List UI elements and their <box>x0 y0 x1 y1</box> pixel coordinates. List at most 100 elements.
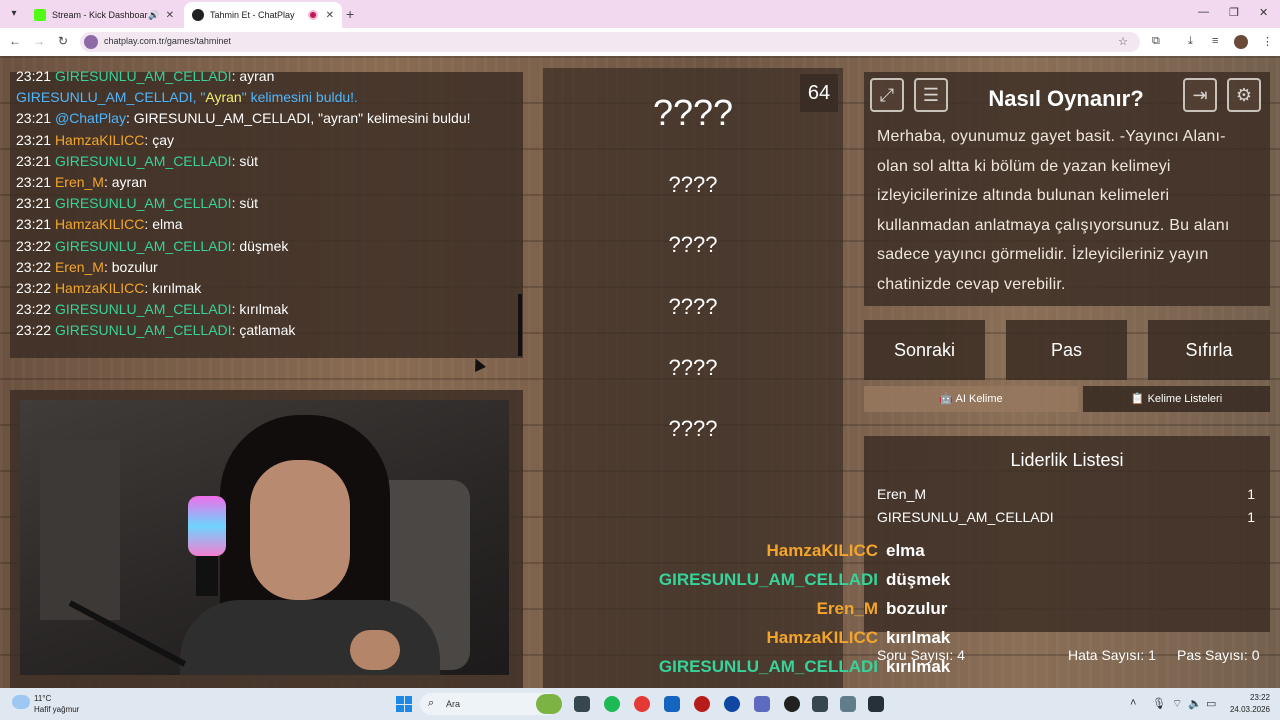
chat-username[interactable]: GIRESUNLU_AM_CELLADI <box>55 153 232 169</box>
clock-time: 23:22 <box>1249 693 1270 702</box>
volume-icon[interactable]: 🔈 <box>1188 697 1202 710</box>
forward-icon[interactable]: → <box>31 34 47 48</box>
chat-username[interactable]: GIRESUNLU_AM_CELLADI <box>55 68 232 84</box>
chat-system-text: " kelimesini buldu!. <box>241 89 358 106</box>
reset-button[interactable]: Sıfırla <box>1148 320 1270 380</box>
download-icon[interactable]: ⤓ <box>1188 35 1193 48</box>
word-lists-label: Kelime Listeleri <box>1147 393 1223 405</box>
close-tab-icon[interactable]: ✕ <box>166 10 174 21</box>
chat-message: GIRESUNLU_AM_CELLADI, "Ayran" kelimesini… <box>16 89 358 105</box>
recording-icon <box>307 10 318 20</box>
speaker-icon[interactable]: 🔊 <box>148 10 159 21</box>
start-windows-icon[interactable] <box>396 696 412 712</box>
chat-text: süt <box>239 152 259 169</box>
chat-message: 23:21 Eren_M: ayran <box>16 174 147 190</box>
battery-icon[interactable]: ▭ <box>1206 697 1216 710</box>
chat-username[interactable]: HamzaKILICC <box>55 216 144 232</box>
chat-username[interactable]: HamzaKILICC <box>55 132 144 148</box>
windows-taskbar: 11°C Hafif yağmur ⌕ Ara ˄ 🎙 ⌔ 🔈 ▭ 23:22 … <box>0 688 1280 720</box>
chat-time: 23:22 <box>16 258 52 275</box>
overlay-text: düşmek <box>886 570 951 589</box>
discord-icon[interactable] <box>754 696 770 712</box>
leaderboard-row: GIRESUNLU_AM_CELLADI 1 <box>877 509 1257 525</box>
close-window-icon[interactable]: ✕ <box>1259 6 1268 19</box>
error-count: Hata Sayısı: 1 <box>1068 647 1156 663</box>
next-button[interactable]: Sonraki <box>864 320 985 380</box>
obs-icon[interactable] <box>812 696 828 712</box>
word-lists-button[interactable]: 📋 Kelime Listeleri <box>1083 386 1270 412</box>
tab-kick-dashboard[interactable]: Stream - Kick Dashboard 🔊 ✕ <box>26 2 182 28</box>
url-text: chatplay.com.tr/games/tahminet <box>104 36 231 46</box>
question-count: Soru Sayısı: 4 <box>877 647 965 663</box>
wifi-icon[interactable]: ⌔ <box>1172 697 1182 711</box>
tab-search-chevron-icon[interactable]: ▾ <box>6 6 22 22</box>
app-icon[interactable] <box>694 696 710 712</box>
tab-title: Tahmin Et - ChatPlay <box>210 10 295 20</box>
chat-message: 23:22 GIRESUNLU_AM_CELLADI: çatlamak <box>16 322 296 339</box>
close-tab-icon[interactable]: ✕ <box>326 10 334 21</box>
overlay-message: Eren_M bozulur <box>560 599 980 625</box>
fullscreen-icon[interactable]: ⤢ <box>870 78 904 112</box>
tab-chatplay[interactable]: Tahmin Et - ChatPlay ✕ <box>184 2 342 28</box>
app-icon[interactable] <box>840 696 856 712</box>
chat-username[interactable]: Eren_M <box>55 259 104 275</box>
chat-username[interactable]: GIRESUNLU_AM_CELLADI <box>55 301 232 317</box>
chat-username[interactable]: GIRESUNLU_AM_CELLADI <box>55 322 232 338</box>
main-word: ???? <box>652 92 734 133</box>
overlay-text: kırılmak <box>886 628 951 647</box>
reading-list-icon[interactable]: ≡ <box>1212 35 1218 47</box>
microphone-icon[interactable]: 🎙 <box>1152 697 1166 710</box>
bookmark-star-icon[interactable]: ☆ <box>1118 35 1128 48</box>
chat-message: 23:21 HamzaKILICC: elma <box>16 216 183 233</box>
widgets-icon[interactable] <box>536 694 562 714</box>
forbidden-word: ???? <box>668 294 718 319</box>
chat-username[interactable]: GIRESUNLU_AM_CELLADI <box>55 195 232 211</box>
weather-temp: 11°C <box>34 694 52 703</box>
gear-icon[interactable]: ⚙ <box>1227 78 1261 112</box>
weather-desc: Hafif yağmur <box>34 705 80 714</box>
restore-icon[interactable]: ❐ <box>1229 6 1239 19</box>
kick-favicon-icon <box>34 9 46 21</box>
forbidden-word: ???? <box>668 355 718 380</box>
chat-text: ayran <box>111 174 147 190</box>
app-icon[interactable] <box>784 696 800 712</box>
tray-chevron-up-icon[interactable]: ˄ <box>1130 697 1136 709</box>
chat-message: 23:22 GIRESUNLU_AM_CELLADI: düşmek <box>16 237 289 254</box>
minimize-icon[interactable]: — <box>1198 6 1209 18</box>
chat-message: 23:21 GIRESUNLU_AM_CELLADI: süt <box>16 195 259 212</box>
new-tab-button[interactable]: + <box>346 6 354 22</box>
address-bar[interactable]: chatplay.com.tr/games/tahminet ☆ <box>80 32 1140 52</box>
chrome-icon[interactable] <box>634 696 650 712</box>
chat-scrollbar[interactable] <box>518 294 522 356</box>
menu-kebab-icon[interactable]: ⋮ <box>1262 35 1273 48</box>
reload-icon[interactable]: ↻ <box>55 34 71 48</box>
app-icon[interactable] <box>868 696 884 712</box>
logout-icon[interactable]: ⇥ <box>1183 78 1217 112</box>
search-icon: ⌕ <box>428 697 435 709</box>
back-icon[interactable]: ← <box>7 34 23 48</box>
microphone <box>188 496 226 556</box>
chat-time: 23:22 <box>16 280 52 296</box>
cloud-rain-icon[interactable] <box>12 695 30 709</box>
site-info-icon[interactable] <box>84 35 98 49</box>
background-door <box>40 440 120 620</box>
file-explorer-icon[interactable] <box>574 696 590 712</box>
notes-icon[interactable]: ☰ <box>914 78 948 112</box>
extensions-icon[interactable]: ⧉ <box>1152 35 1160 48</box>
overlay-message: GIRESUNLU_AM_CELLADI düşmek <box>560 570 980 596</box>
spotify-icon[interactable] <box>604 696 620 712</box>
pass-button[interactable]: Pas <box>1006 320 1127 380</box>
app-icon[interactable] <box>724 696 740 712</box>
overlay-username: HamzaKILICC <box>766 541 878 560</box>
steam-icon[interactable] <box>664 696 680 712</box>
chatplay-favicon-icon <box>192 9 204 21</box>
profile-avatar[interactable] <box>1234 35 1248 49</box>
ai-word-button[interactable]: 🤖 AI Kelime <box>864 386 1078 412</box>
chat-username[interactable]: HamzaKILICC <box>55 280 144 296</box>
forbidden-word: ???? <box>668 172 718 197</box>
chat-username[interactable]: GIRESUNLU_AM_CELLADI <box>55 238 232 254</box>
chat-username[interactable]: @ChatPlay <box>55 110 126 126</box>
forbidden-word: ???? <box>668 232 718 257</box>
chat-username[interactable]: Eren_M <box>55 174 104 190</box>
chat-text: düşmek <box>239 237 289 254</box>
